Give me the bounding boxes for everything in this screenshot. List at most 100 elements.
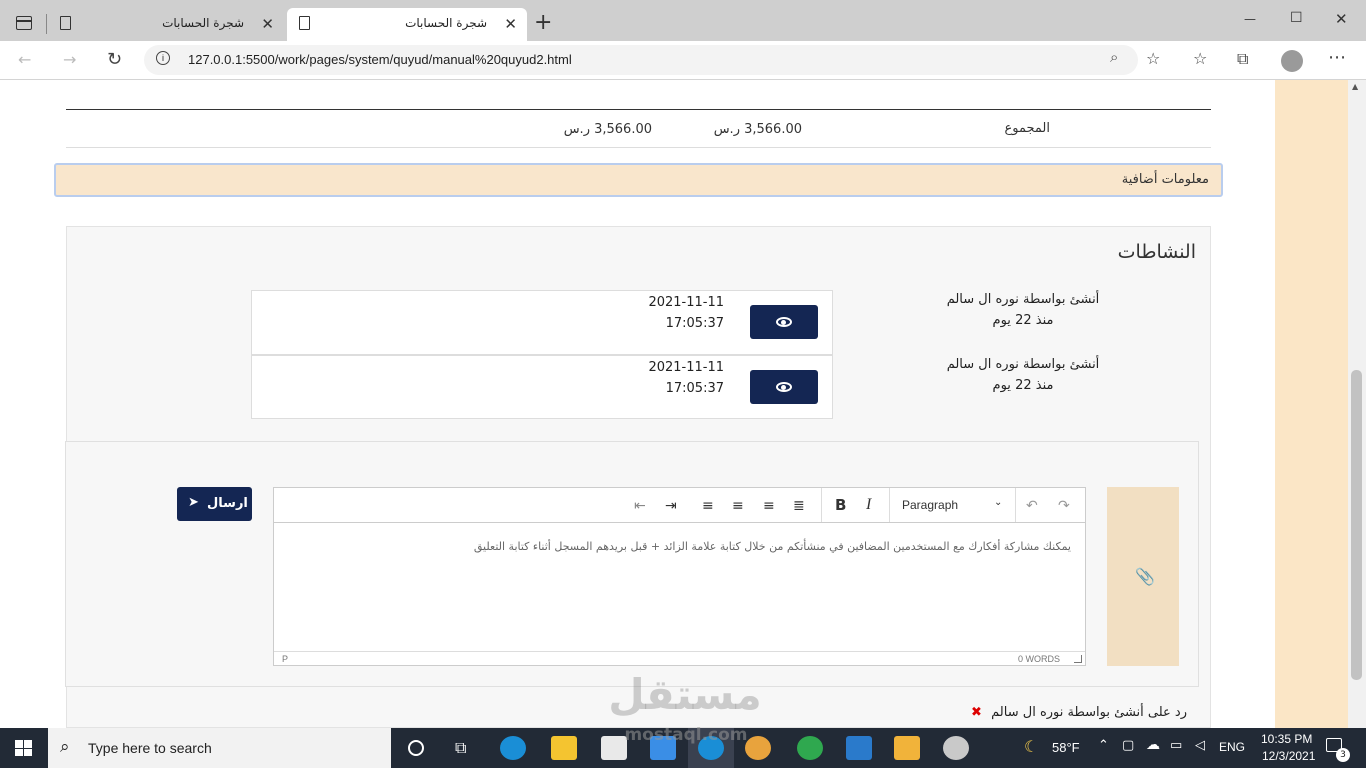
search-placeholder: Type here to search — [88, 740, 212, 756]
send-label: ارسال — [207, 496, 248, 511]
activity-date: 2021-11-11 — [648, 295, 724, 310]
additional-info-label: معلومات أضافية — [1121, 172, 1209, 187]
totals-bottom-line — [66, 147, 1211, 148]
tab-accounts-tree-2[interactable]: شجرة الحسابات ✕ — [287, 8, 527, 41]
profile-avatar[interactable] — [1281, 50, 1303, 72]
zoom-icon[interactable]: ⌕ — [1110, 49, 1118, 66]
undo-icon[interactable]: ↶ — [1026, 498, 1038, 514]
totals-credit: 3,566.00 ر.س — [563, 122, 652, 137]
file-explorer-icon[interactable] — [551, 736, 577, 760]
activity-item: 2021-11-11 17:05:37 — [251, 355, 833, 419]
totals-label: المجموع — [1004, 121, 1050, 136]
more-menu-icon[interactable]: ⋯ — [1328, 47, 1346, 68]
activity-ago: منذ 22 يوم — [992, 378, 1054, 393]
activity-author: أنشئ بواسطة نوره ال سالم — [946, 292, 1100, 307]
chevron-up-icon[interactable]: ⌃ — [1098, 738, 1109, 753]
collections-icon[interactable]: ⧉ — [1237, 49, 1248, 69]
italic-button[interactable]: I — [866, 496, 871, 514]
activity-ago: منذ 22 يوم — [992, 313, 1054, 328]
page-content: المجموع 3,566.00 ر.س 3,566.00 ر.س معلوما… — [0, 80, 1366, 728]
start-windows-icon[interactable] — [15, 740, 33, 757]
paragraph-format-value: Paragraph — [902, 498, 959, 512]
tab-accounts-tree-1[interactable]: شجرة الحسابات ✕ — [48, 8, 284, 41]
eye-icon — [776, 382, 792, 392]
page-icon — [60, 16, 71, 30]
align-justify-icon[interactable]: ≣ — [793, 498, 805, 514]
files-icon[interactable] — [894, 736, 920, 760]
weather-moon-icon[interactable]: ☾ — [1024, 737, 1038, 756]
task-view-icon[interactable]: ⧉ — [455, 738, 466, 758]
taskbar-search-box[interactable]: ⌕ Type here to search — [48, 728, 391, 768]
favorites-icon[interactable]: ☆ — [1193, 49, 1207, 68]
tab-close-icon[interactable]: ✕ — [504, 15, 517, 33]
minimize-button[interactable]: — — [1244, 12, 1256, 26]
close-window-button[interactable]: ✕ — [1335, 10, 1348, 28]
word-count: 0 WORDS — [1018, 654, 1061, 664]
tab-divider — [46, 14, 47, 34]
activity-time: 17:05:37 — [665, 316, 724, 331]
refresh-icon[interactable]: ↻ — [107, 49, 122, 70]
bold-button[interactable]: B — [835, 496, 846, 514]
editor-statusbar: P 0 WORDS — [274, 651, 1085, 666]
back-arrow-icon[interactable]: ← — [18, 50, 31, 69]
cloud-icon[interactable]: ☁ — [1146, 737, 1160, 753]
eye-icon — [776, 317, 792, 327]
cortana-icon[interactable] — [408, 740, 424, 756]
watermark-logo: مستقل — [608, 670, 762, 719]
volume-icon[interactable]: ◁ — [1195, 738, 1205, 753]
align-right-icon[interactable]: ≡ — [763, 498, 775, 514]
activities-heading: النشاطات — [1117, 241, 1196, 263]
outdent-icon[interactable]: ⇤ — [634, 498, 646, 514]
maximize-button[interactable]: ☐ — [1290, 10, 1303, 26]
meet-icon[interactable]: ▢ — [1122, 738, 1134, 753]
redo-icon[interactable]: ↷ — [1058, 498, 1070, 514]
chevron-down-icon: ⌄ — [994, 497, 1003, 508]
notification-count: 3 — [1336, 748, 1350, 762]
reply-to-text: رد على أنشئ بواسطة نوره ال سالم — [991, 705, 1187, 720]
network-icon[interactable]: ▭ — [1170, 738, 1182, 753]
tab-title: شجرة الحسابات — [405, 16, 487, 30]
tab-title: شجرة الحسابات — [162, 16, 244, 30]
info-icon[interactable]: i — [156, 51, 170, 65]
clock-date[interactable]: 12/3/2021 — [1262, 749, 1315, 763]
url-text[interactable]: 127.0.0.1:5500/work/pages/system/quyud/m… — [188, 52, 572, 67]
close-icon[interactable]: ✖ — [971, 705, 982, 720]
clock-time[interactable]: 10:35 PM — [1261, 732, 1312, 746]
totals-debit: 3,566.00 ر.س — [713, 122, 802, 137]
indent-icon[interactable]: ⇥ — [665, 498, 677, 514]
send-button[interactable]: ➤ ارسال — [177, 487, 252, 521]
tab-close-icon[interactable]: ✕ — [261, 15, 274, 33]
activities-card: النشاطات 2021-11-11 17:05:37 أنشئ بواسطة… — [65, 226, 1211, 728]
send-icon: ➤ — [188, 495, 199, 510]
view-activity-button[interactable] — [750, 370, 818, 404]
activity-author: أنشئ بواسطة نوره ال سالم — [946, 357, 1100, 372]
url-field[interactable]: i 127.0.0.1:5500/work/pages/system/quyud… — [144, 45, 1138, 75]
element-path: P — [282, 654, 289, 664]
editor-body[interactable]: يمكنك مشاركة أفكارك مع المستخدمين المضاف… — [274, 523, 1085, 651]
chrome-icon[interactable] — [797, 736, 823, 760]
paint3d-icon[interactable] — [943, 736, 969, 760]
rich-text-editor: ↷ ↶ Paragraph ⌄ I B ≣ ≡ ≡ ≡ ⇥ ⇤ يمكنك مش… — [273, 487, 1086, 666]
page-icon — [299, 16, 310, 30]
attachment-button[interactable]: 📎 — [1107, 487, 1179, 666]
align-left-icon[interactable]: ≡ — [702, 498, 714, 514]
comment-composer: 📎 ↷ ↶ Paragraph ⌄ I B ≣ ≡ ≡ ≡ ⇥ ⇤ يمكنك … — [65, 441, 1199, 687]
edge-icon[interactable] — [500, 736, 526, 760]
resize-handle-icon[interactable] — [1074, 655, 1082, 663]
new-tab-button[interactable]: + — [534, 10, 552, 35]
editor-placeholder: يمكنك مشاركة أفكارك مع المستخدمين المضاف… — [473, 540, 1071, 553]
weather-temp[interactable]: 58°F — [1052, 740, 1080, 755]
reply-to-label: ✖ رد على أنشئ بواسطة نوره ال سالم — [947, 705, 1187, 720]
totals-top-line — [66, 109, 1211, 110]
forward-arrow-icon[interactable]: → — [63, 50, 76, 69]
view-activity-button[interactable] — [750, 305, 818, 339]
vscode-icon[interactable] — [846, 736, 872, 760]
additional-info-panel[interactable]: معلومات أضافية — [54, 163, 1223, 197]
tab-actions-icon[interactable] — [16, 16, 32, 30]
language-indicator[interactable]: ENG — [1219, 740, 1245, 754]
paragraph-format-select[interactable]: Paragraph ⌄ — [890, 488, 1014, 522]
align-center-icon[interactable]: ≡ — [732, 498, 744, 514]
favorite-add-icon[interactable]: ☆ — [1146, 49, 1160, 68]
scrollbar-thumb[interactable] — [1351, 370, 1362, 680]
browser-tab-bar: شجرة الحسابات ✕ شجرة الحسابات ✕ + — ☐ ✕ — [0, 0, 1366, 41]
